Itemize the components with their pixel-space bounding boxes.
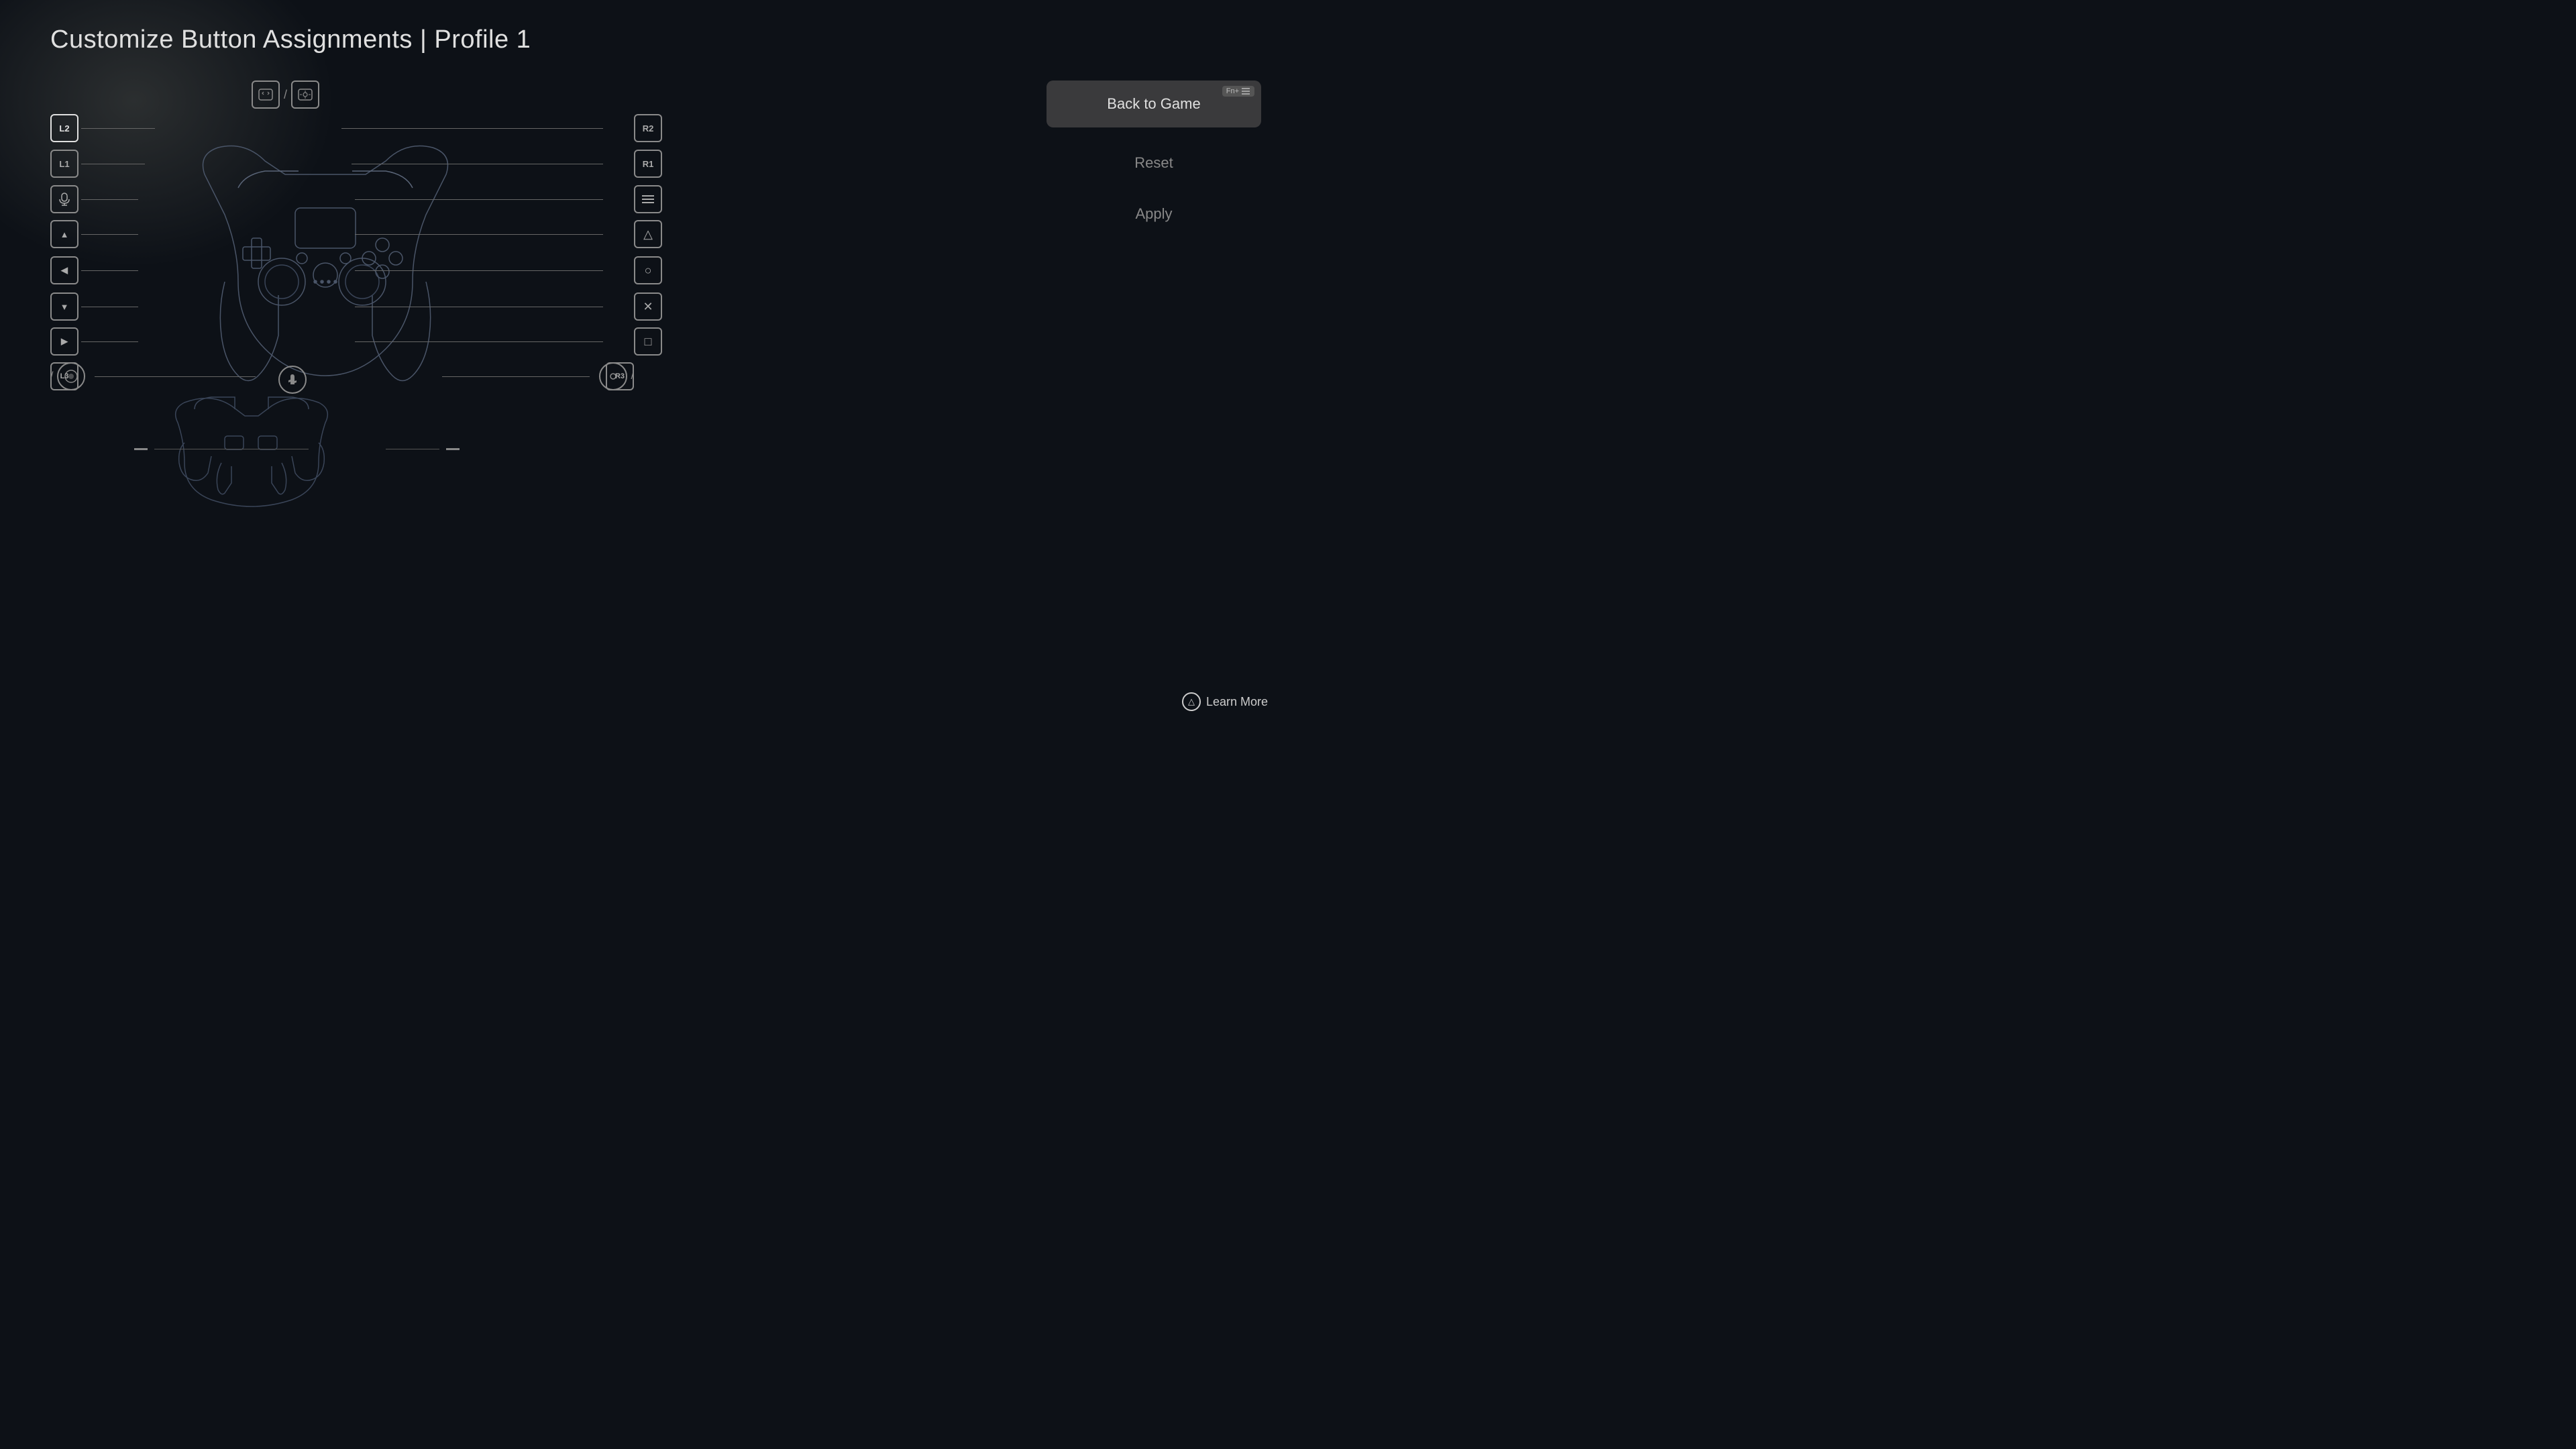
side-panel: Fn+ Back to Game Reset Apply xyxy=(1046,80,1261,236)
touchpad-icon-2 xyxy=(291,80,319,109)
learn-more-area[interactable]: △ Learn More xyxy=(1182,692,1268,711)
dpad-left-line xyxy=(81,270,138,271)
back-right-area xyxy=(386,448,460,450)
back-right-indicator xyxy=(446,448,460,450)
lv-line xyxy=(81,199,138,200)
options-button[interactable] xyxy=(634,185,662,213)
l2-button[interactable]: L2 xyxy=(50,114,78,142)
touchpad-icon-1 xyxy=(252,80,280,109)
reset-label: Reset xyxy=(1134,154,1173,171)
page-title: Customize Button Assignments | Profile 1 xyxy=(50,25,531,54)
l3-line xyxy=(95,376,256,377)
apply-label: Apply xyxy=(1135,205,1172,222)
back-left-area xyxy=(134,448,309,450)
lv-button[interactable] xyxy=(50,185,78,213)
controller-diagram: / L2 L1 xyxy=(50,80,634,496)
dpad-left-button[interactable]: ◀ xyxy=(50,256,78,284)
circle-button[interactable]: ○ xyxy=(634,256,662,284)
cross-button[interactable]: ✕ xyxy=(634,292,662,321)
dpad-up-button[interactable]: ▲ xyxy=(50,220,78,248)
slash-separator: / xyxy=(284,88,287,102)
r3-area[interactable]: R3 / xyxy=(442,362,634,390)
l3-area[interactable]: L3 / xyxy=(50,362,256,390)
fn-badge: Fn+ xyxy=(1222,86,1254,97)
triangle-line xyxy=(355,234,603,235)
r3-line xyxy=(442,376,590,377)
l1-button[interactable]: L1 xyxy=(50,150,78,178)
square-button[interactable]: □ xyxy=(634,327,662,356)
r3-button[interactable]: R3 xyxy=(606,362,634,390)
dpad-up-line xyxy=(81,234,138,235)
circle-line xyxy=(355,270,603,271)
l3-button[interactable]: L3 xyxy=(50,362,78,390)
dpad-right-button[interactable]: ▶ xyxy=(50,327,78,356)
reset-button[interactable]: Reset xyxy=(1046,141,1261,185)
r1-button[interactable]: R1 xyxy=(634,150,662,178)
triangle-button[interactable]: △ xyxy=(634,220,662,248)
options-line xyxy=(355,199,603,200)
r2-line xyxy=(341,128,603,129)
apply-button[interactable]: Apply xyxy=(1046,192,1261,236)
square-line xyxy=(355,341,603,342)
dpad-down-button[interactable]: ▼ xyxy=(50,292,78,321)
learn-more-label: Learn More xyxy=(1206,695,1268,709)
back-left-indicator xyxy=(134,448,148,450)
dpad-right-line xyxy=(81,341,138,342)
learn-more-icon: △ xyxy=(1182,692,1201,711)
touchpad-label: / xyxy=(252,80,319,109)
r2-button[interactable]: R2 xyxy=(634,114,662,142)
back-to-game-button[interactable]: Fn+ Back to Game xyxy=(1046,80,1261,127)
back-to-game-label: Back to Game xyxy=(1107,95,1200,112)
l2-line xyxy=(81,128,155,129)
